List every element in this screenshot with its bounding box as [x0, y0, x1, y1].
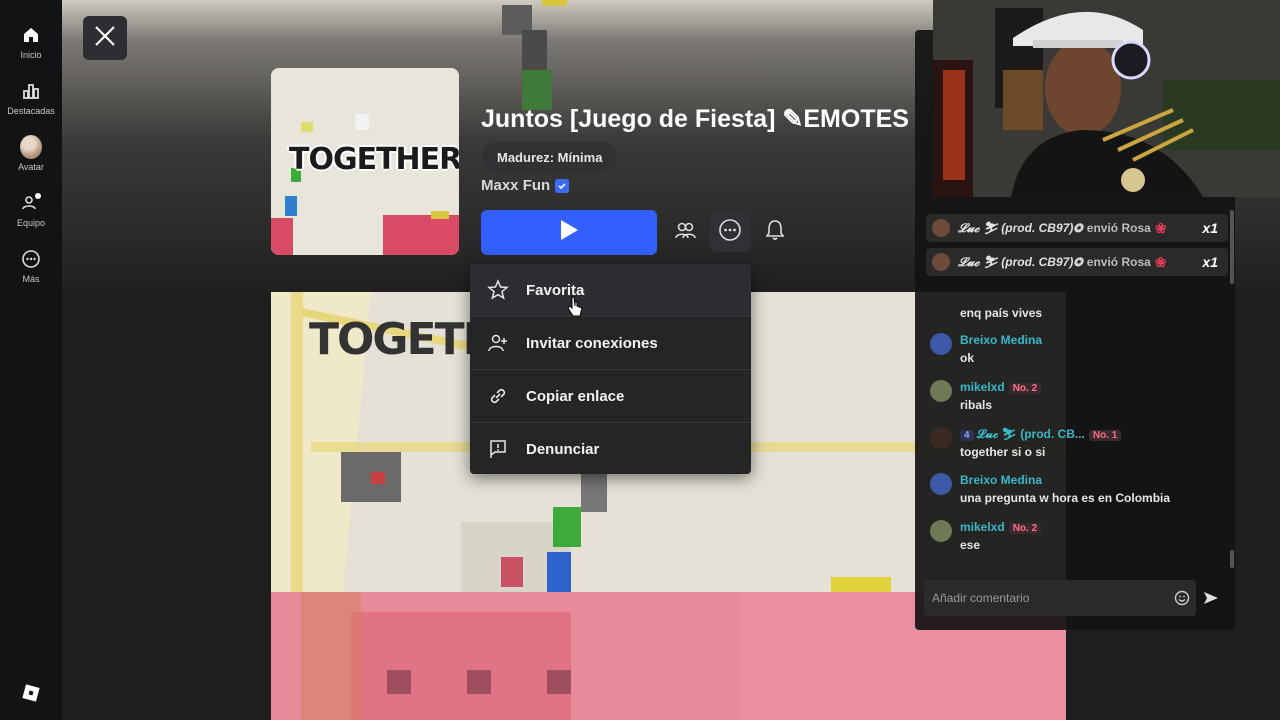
chat-username-row: 4 𝓛𝓾𝓬 ⛷ (prod. CB... No. 1	[960, 427, 1122, 442]
level-badge: 4	[960, 430, 974, 441]
chat-message-text: ribals	[960, 398, 993, 412]
nav-item-charts[interactable]: Destacadas	[0, 70, 62, 126]
game-thumbnail: TOGETHER	[271, 68, 459, 255]
more-options-menu: Favorita Invitar conexiones Copiar enlac…	[470, 264, 751, 474]
close-button[interactable]	[83, 16, 127, 60]
gift-text: envió Rosa	[1086, 221, 1151, 235]
comment-input[interactable]	[924, 590, 1174, 606]
chat-username[interactable]: Breixo Medina	[960, 473, 1042, 487]
menu-item-report[interactable]: Denunciar	[470, 423, 751, 475]
gift-count: x1	[1202, 220, 1218, 236]
left-nav-rail: Inicio Destacadas Avatar Equipo Más	[0, 0, 62, 720]
avatar	[930, 520, 952, 542]
report-flag-icon	[486, 437, 510, 461]
chat-message-text: enq país vives	[960, 306, 1043, 320]
avatar-icon	[20, 135, 42, 159]
nav-item-label: Equipo	[16, 218, 46, 228]
avatar	[930, 333, 952, 355]
more-options-icon	[718, 218, 742, 247]
party-button[interactable]	[665, 212, 705, 252]
chat-message-text: ok	[960, 351, 975, 365]
add-friend-icon	[486, 331, 510, 355]
nav-item-label: Inicio	[20, 50, 42, 60]
menu-item-label: Copiar enlace	[526, 387, 625, 405]
nav-item-label: Avatar	[18, 162, 44, 172]
nav-item-avatar[interactable]: Avatar	[0, 126, 62, 182]
nav-item-party[interactable]: Equipo	[0, 182, 62, 238]
avatar	[932, 219, 950, 237]
avatar	[932, 253, 950, 271]
game-title: Juntos [Juego de Fiesta] ✎EMOTES	[481, 105, 909, 133]
chat-message-text: together si o si	[960, 445, 1046, 459]
home-icon	[20, 24, 42, 46]
rank-badge: No. 2	[1008, 523, 1042, 534]
charts-icon	[20, 80, 42, 102]
play-icon	[558, 218, 580, 247]
chat-username[interactable]: 𝓛𝓾𝓬 ⛷ (prod. CB...	[977, 427, 1085, 441]
star-icon	[486, 278, 510, 302]
thumbnail-title-text: TOGETHER	[289, 142, 459, 177]
gift-count: x1	[1202, 254, 1218, 270]
chat-username-row: mikelxd No. 2	[960, 380, 1042, 394]
party-icon	[673, 218, 697, 247]
send-icon[interactable]	[1202, 589, 1220, 612]
gift-user: 𝓛𝓾𝓬 ⛷ (prod. CB97)❂	[958, 220, 1083, 235]
menu-item-label: Invitar conexiones	[526, 334, 658, 352]
rank-badge: No. 2	[1008, 383, 1042, 394]
nav-item-more[interactable]: Más	[0, 238, 62, 294]
mouse-cursor-icon	[567, 296, 583, 323]
nav-item-label: Más	[22, 274, 40, 284]
gift-notification: 𝓛𝓾𝓬 ⛷ (prod. CB97)❂ envió Rosa ❀ x1	[926, 214, 1228, 242]
play-button[interactable]	[481, 210, 657, 255]
menu-item-copy-link[interactable]: Copiar enlace	[470, 370, 751, 423]
menu-item-label: Denunciar	[526, 440, 600, 458]
notify-button[interactable]	[755, 212, 795, 252]
chat-message-text: una pregunta w hora es en Colombia	[960, 491, 1171, 505]
menu-item-invite[interactable]: Invitar conexiones	[470, 317, 751, 370]
avatar	[930, 427, 952, 449]
link-icon	[486, 384, 510, 408]
maturity-badge[interactable]: Madurez: Mínima	[482, 142, 618, 172]
close-icon	[93, 24, 117, 53]
rank-badge: No. 1	[1088, 430, 1122, 441]
chat-username-row: mikelxd No. 2	[960, 520, 1042, 534]
chat-scrollbar[interactable]	[1230, 210, 1234, 284]
gift-text: envió Rosa	[1086, 255, 1151, 269]
party-icon	[20, 192, 42, 214]
nav-item-home[interactable]: Inicio	[0, 14, 62, 70]
chat-scrollbar-end[interactable]	[1230, 550, 1234, 568]
creator-name: Maxx Fun	[481, 177, 551, 194]
chat-username[interactable]: mikelxd	[960, 380, 1005, 394]
comment-input-box	[924, 580, 1196, 616]
roblox-logo[interactable]	[22, 684, 40, 702]
avatar	[930, 473, 952, 495]
gift-user: 𝓛𝓾𝓬 ⛷ (prod. CB97)❂	[958, 254, 1083, 269]
webcam-overlay	[933, 0, 1280, 197]
chat-username[interactable]: Breixo Medina	[960, 333, 1042, 347]
verified-badge-icon	[555, 178, 570, 193]
nav-item-label: Destacadas	[7, 106, 55, 116]
creator-link[interactable]: Maxx Fun	[481, 177, 570, 194]
menu-item-favorite[interactable]: Favorita	[470, 264, 751, 317]
bell-icon	[764, 218, 786, 247]
chat-username[interactable]: mikelxd	[960, 520, 1005, 534]
more-icon	[20, 248, 42, 270]
rose-icon: ❀	[1154, 253, 1167, 270]
gift-notification: 𝓛𝓾𝓬 ⛷ (prod. CB97)❂ envió Rosa ❀ x1	[926, 248, 1228, 276]
more-options-button[interactable]	[710, 212, 750, 252]
rose-icon: ❀	[1154, 219, 1167, 236]
emoji-icon[interactable]	[1174, 590, 1190, 611]
chat-message-text: ese	[960, 538, 981, 552]
background-structure	[502, 0, 567, 110]
avatar	[930, 380, 952, 402]
